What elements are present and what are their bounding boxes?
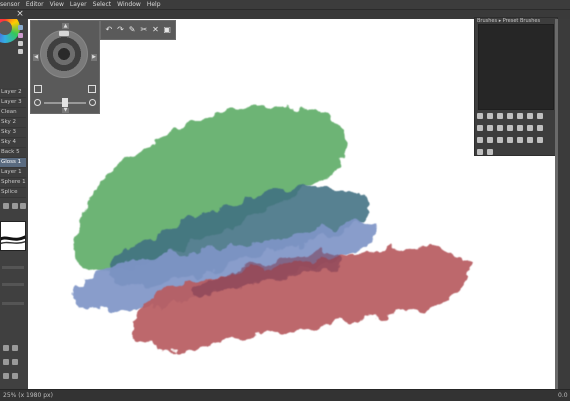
brush-stroke-icon [1, 235, 25, 245]
status-bar: 25% (x 1980 px) 0.0 [0, 389, 570, 401]
brush-icon[interactable] [477, 113, 483, 119]
brush-icon[interactable] [537, 113, 543, 119]
left-panel: Layer 2 Layer 3 Clean Sky 2 Sky 3 Sky 4 … [0, 19, 29, 389]
close-panel-icon[interactable]: × [15, 10, 25, 19]
pen-icon[interactable]: ✎ [128, 26, 137, 34]
menu-select[interactable]: Select [93, 0, 112, 9]
brush-icon[interactable] [537, 125, 543, 131]
brush-icon[interactable] [487, 113, 493, 119]
brush-icon[interactable] [517, 125, 523, 131]
preset-icon[interactable] [3, 359, 9, 365]
preset-icon[interactable] [12, 373, 18, 379]
preset-icon[interactable] [12, 345, 18, 351]
nav-bottom-arrow-icon[interactable]: ▼ [62, 108, 69, 113]
layer-row[interactable]: Sky 2 [0, 118, 26, 128]
image-icon[interactable]: ▣ [163, 26, 172, 34]
side-icon-2[interactable] [18, 33, 23, 38]
brush-icon[interactable] [507, 113, 513, 119]
brush-icon[interactable] [487, 149, 493, 155]
brush-icon[interactable] [537, 137, 543, 143]
brush-icon[interactable] [477, 125, 483, 131]
brush-icon[interactable] [477, 137, 483, 143]
brush-panel-row-4 [477, 148, 493, 156]
brush-icon[interactable] [527, 113, 533, 119]
layer-row[interactable]: Clean [0, 108, 26, 118]
menu-editor[interactable]: Editor [26, 0, 44, 9]
brush-icon[interactable] [477, 149, 483, 155]
copy-layer-icon[interactable] [12, 203, 18, 209]
right-dock [558, 19, 570, 389]
menu-view[interactable]: View [50, 0, 64, 9]
brush-panel: Brushes ▸ Preset Brushes [474, 17, 558, 156]
preset-icon[interactable] [3, 373, 9, 379]
zoom-in-icon[interactable] [89, 99, 96, 106]
brush-icon[interactable] [527, 125, 533, 131]
brush-icon[interactable] [507, 125, 513, 131]
brush-panel-row-3 [477, 136, 543, 144]
brush-icon[interactable] [507, 137, 513, 143]
layer-row[interactable]: Layer 3 [0, 98, 26, 108]
brush-panel-row-2 [477, 124, 543, 132]
layer-row[interactable]: Sky 3 [0, 128, 26, 138]
menu-layer[interactable]: Layer [70, 0, 87, 9]
menu-sensor[interactable]: sensor [0, 0, 20, 9]
close-icon[interactable]: ✕ [151, 26, 160, 34]
cut-icon[interactable]: ✂ [139, 26, 148, 34]
menu-bar: sensor Editor View Layer Select Window H… [0, 0, 570, 10]
menu-items: sensor Editor View Layer Select Window H… [0, 0, 161, 9]
side-icon-3[interactable] [18, 41, 23, 46]
rotate-right-arrow-icon[interactable]: ▶ [91, 54, 97, 61]
layer-row-selected[interactable]: Gloss 1 [0, 158, 26, 168]
zoom-out-icon[interactable] [34, 99, 41, 106]
reset-view-icon[interactable] [88, 85, 96, 93]
layer-row[interactable]: Sphere 1 [0, 178, 26, 188]
menu-window[interactable]: Window [117, 0, 141, 9]
fit-view-icon[interactable] [34, 85, 42, 93]
delete-layer-icon[interactable] [20, 203, 26, 209]
preset-icon[interactable] [3, 345, 9, 351]
layer-row[interactable]: Sky 4 [0, 138, 26, 148]
dial-marker-icon [59, 31, 69, 36]
status-right: 0.0 [558, 392, 568, 399]
layer-row[interactable]: Splice [0, 188, 26, 198]
brush-panel-row-1 [477, 112, 543, 120]
slider-opacity[interactable] [2, 283, 24, 286]
brush-icon[interactable] [487, 125, 493, 131]
brush-icon[interactable] [497, 113, 503, 119]
brush-icon[interactable] [497, 125, 503, 131]
nav-dial[interactable] [40, 30, 88, 78]
brush-icon[interactable] [517, 137, 523, 143]
layer-row[interactable]: Layer 1 [0, 168, 26, 178]
brush-stroke-preview [0, 221, 26, 251]
status-left: 25% (x 1980 px) [3, 392, 53, 399]
redo-icon[interactable]: ↷ [116, 26, 125, 34]
slider-size[interactable] [2, 266, 24, 269]
side-icon-4[interactable] [18, 49, 23, 54]
zoom-slider-thumb[interactable] [62, 98, 68, 107]
preset-icon[interactable] [12, 359, 18, 365]
undo-icon[interactable]: ↶ [104, 26, 113, 34]
side-icon-1[interactable] [18, 25, 23, 30]
layer-row[interactable]: Back 5 [0, 148, 26, 158]
navigator-panel: ▲ ◀ ▶ ▼ [30, 20, 100, 114]
brush-icon[interactable] [527, 137, 533, 143]
layer-row[interactable]: Layer 2 [0, 88, 26, 98]
brush-icon[interactable] [487, 137, 493, 143]
rotate-up-arrow-icon[interactable]: ▲ [62, 23, 69, 29]
brush-preview-area [478, 24, 554, 110]
new-layer-icon[interactable] [3, 203, 9, 209]
rotate-left-arrow-icon[interactable]: ◀ [33, 54, 39, 61]
brush-icon[interactable] [497, 137, 503, 143]
brush-icon[interactable] [517, 113, 523, 119]
menu-help[interactable]: Help [147, 0, 161, 9]
slider-flow[interactable] [2, 302, 24, 305]
canvas-toolbar: ↶ ↷ ✎ ✂ ✕ ▣ [100, 20, 176, 40]
